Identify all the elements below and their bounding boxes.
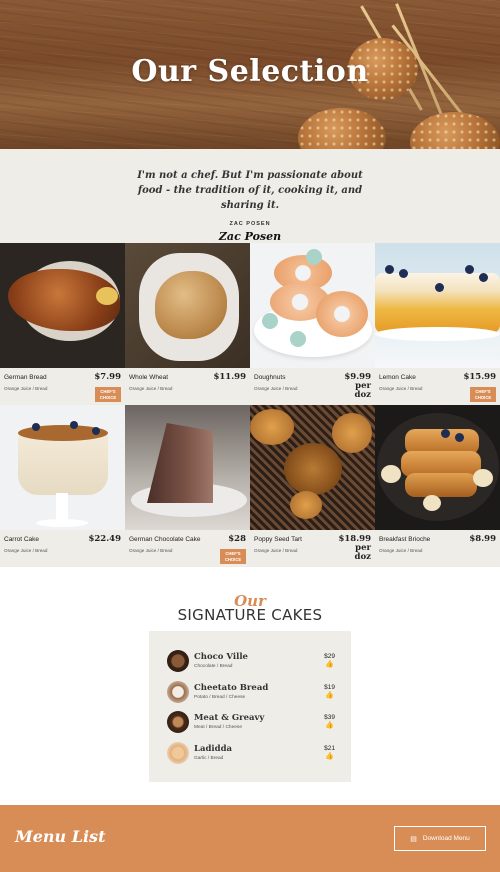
menu-item-price: $9.99 per doz (344, 372, 371, 400)
cake-price: $29 (324, 653, 335, 660)
menu-item-ingredients: Orange Juice / Bread (129, 386, 173, 391)
author-signature: Zac Posen (218, 230, 282, 243)
menu-grid: German Bread Orange Juice / Bread $7.99 … (0, 243, 500, 567)
menu-item-ingredients: Orange Juice / Bread (379, 548, 423, 553)
section-heading: SIGNATURE CAKES (177, 606, 323, 624)
lemon-cake-image (375, 243, 500, 368)
menu-item-price: $28 (228, 534, 246, 544)
menu-item-ingredients: Orange Juice / Bread (4, 548, 48, 553)
list-item[interactable]: Cheetato Bread Potato / Bread / Cheese $… (167, 680, 335, 711)
thumbs-up-icon[interactable]: 👍 (325, 692, 334, 699)
german-chocolate-cake-image (125, 405, 250, 530)
hero-banner: Our Selection (0, 0, 500, 149)
menu-item-price: $11.99 (213, 372, 246, 382)
menu-item-card[interactable]: Breakfast Brioche Orange Juice / Bread $… (375, 405, 500, 567)
menu-item-price: $18.99 per doz (338, 534, 371, 562)
menu-item-card[interactable]: German Bread Orange Juice / Bread $7.99 … (0, 243, 125, 405)
cake-price: $39 (324, 714, 335, 721)
document-icon: ▤ (410, 835, 417, 843)
cake-thumbnail (167, 711, 189, 733)
menu-item-card[interactable]: German Chocolate Cake Orange Juice / Bre… (125, 405, 250, 567)
cake-name: Cheetato Bread (194, 682, 269, 693)
cake-thumbnail (167, 741, 189, 764)
whole-wheat-image (125, 243, 250, 368)
download-menu-label: Download Menu (422, 835, 470, 842)
menu-list-title: Menu List (15, 827, 106, 846)
thumbs-up-icon[interactable]: 👍 (325, 753, 334, 760)
cake-thumbnail (167, 680, 189, 703)
menu-item-price: $8.99 (469, 534, 496, 544)
menu-item-card[interactable]: Lemon Cake Orange Juice / Bread $15.99 C… (375, 243, 500, 405)
menu-item-price: $22.49 (88, 534, 121, 544)
menu-item-card[interactable]: Carrot Cake Orange Juice / Bread $22.49 (0, 405, 125, 567)
cake-name: Meat & Greavy (194, 713, 265, 723)
list-item[interactable]: Choco Ville Chocolate / Bread $29 👍 (167, 649, 335, 680)
signature-cakes-list: Choco Ville Chocolate / Bread $29 👍 Chee… (149, 631, 351, 782)
doughnuts-image (250, 243, 375, 368)
quote-text: I'm not a chef. But I'm passionate about… (137, 170, 363, 211)
thumbs-up-icon[interactable]: 👍 (325, 722, 334, 729)
menu-item-card[interactable]: Whole Wheat Orange Juice / Bread $11.99 (125, 243, 250, 405)
menu-item-price: $15.99 (463, 372, 496, 382)
page-title: Our Selection (131, 54, 369, 89)
quote-section: I'm not a chef. But I'm passionate about… (0, 149, 500, 243)
german-bread-image (0, 243, 125, 368)
signature-cakes-section: Our SIGNATURE CAKES Choco Ville Chocolat… (0, 567, 500, 805)
poppy-seed-tart-image (250, 405, 375, 530)
chefs-choice-badge: CHEF'S CHOICE (220, 549, 246, 564)
bread-loaf-image (410, 112, 500, 149)
download-menu-button[interactable]: ▤ Download Menu (394, 826, 486, 851)
chefs-choice-badge: CHEF'S CHOICE (95, 387, 121, 402)
breakfast-brioche-image (375, 405, 500, 530)
cake-name: Ladidda (194, 743, 233, 754)
cake-name: Choco Ville (194, 652, 248, 662)
footer-bar: Menu List ▤ Download Menu (0, 805, 500, 872)
quote-author: ZAC POSEN (229, 221, 271, 227)
list-item[interactable]: Meat & Greavy Meat / Bread / Cheese $39 … (167, 710, 335, 741)
list-item[interactable]: Ladidda Garlic / Bread $21 👍 (167, 741, 335, 772)
menu-item-price: $7.99 (94, 372, 121, 382)
cake-ingredients: Meat / Bread / Cheese (194, 725, 242, 730)
cake-thumbnail (167, 650, 189, 672)
cake-ingredients: Potato / Bread / Cheese (194, 694, 246, 700)
cake-ingredients: Chocolate / Bread (194, 664, 233, 669)
bread-loaf-image (298, 108, 386, 149)
chefs-choice-badge: CHEF'S CHOICE (470, 387, 496, 402)
thumbs-up-icon[interactable]: 👍 (325, 661, 334, 668)
cake-price: $21 (324, 744, 335, 752)
menu-item-card[interactable]: Doughnuts Orange Juice / Bread $9.99 per… (250, 243, 375, 405)
cake-ingredients: Garlic / Bread (194, 755, 224, 761)
cake-price: $19 (324, 683, 335, 691)
menu-item-card[interactable]: Poppy Seed Tart Orange Juice / Bread $18… (250, 405, 375, 567)
carrot-cake-image (0, 405, 125, 530)
